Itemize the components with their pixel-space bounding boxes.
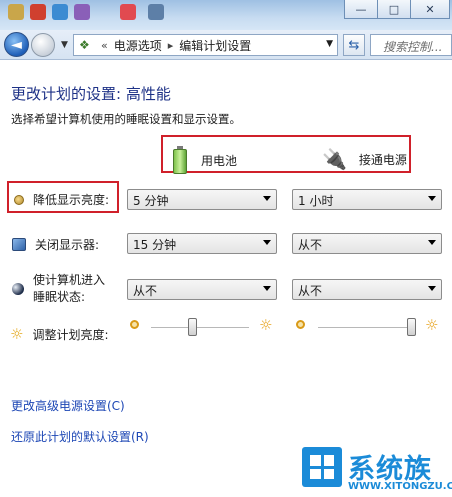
brightness-battery-slider[interactable] (151, 318, 249, 338)
restore-defaults-link[interactable]: 还原此计划的默认设置(R) (11, 428, 149, 445)
back-arrow-icon: ◄ (11, 36, 22, 53)
brightness-high-icon: ☼ (259, 316, 273, 334)
taskbar-app-icon[interactable] (30, 4, 46, 20)
slider-thumb[interactable] (188, 318, 197, 336)
slider-track (318, 327, 416, 329)
plugged-column-header: 🔌 接通电源 (322, 147, 407, 171)
brightness-low-icon (130, 320, 139, 329)
dim-display-label: 降低显示亮度: (33, 193, 110, 207)
turn-off-display-battery-select[interactable]: 15 分钟 (127, 233, 277, 254)
turn-off-display-row-label: 关闭显示器: (12, 236, 99, 253)
sleep-plugged-value: 从不 (298, 284, 323, 298)
chevron-down-icon (428, 240, 436, 245)
slider-track (151, 327, 249, 329)
sleep-battery-select[interactable]: 从不 (127, 279, 277, 300)
brightness-low-icon (296, 320, 305, 329)
control-panel-icon: ❖ (79, 38, 90, 52)
address-bar[interactable]: ❖ « 电源选项 ▸ 编辑计划设置 ▼ (73, 34, 338, 56)
title-bar: — □ ✕ (0, 0, 452, 30)
address-dropdown-icon[interactable]: ▼ (326, 39, 333, 49)
taskbar-app-icon[interactable] (148, 4, 164, 20)
taskbar-app-icon[interactable] (74, 4, 90, 20)
chevron-down-icon (263, 196, 271, 201)
brightness-plugged-slider[interactable] (318, 318, 416, 338)
back-button[interactable]: ◄ (4, 32, 29, 57)
plugged-column-label: 接通电源 (358, 152, 407, 167)
chevron-down-icon (428, 286, 436, 291)
breadcrumb-overflow[interactable]: « (101, 39, 108, 52)
forward-button[interactable] (31, 33, 55, 57)
search-input[interactable]: 搜索控制... (370, 34, 452, 56)
breadcrumb-edit-plan[interactable]: 编辑计划设置 (179, 37, 251, 54)
chevron-down-icon (263, 286, 271, 291)
brightness-high-icon: ☼ (425, 316, 439, 334)
breadcrumb-power-options[interactable]: 电源选项 (114, 37, 162, 54)
page-subtitle: 选择希望计算机使用的睡眠设置和显示设置。 (11, 112, 241, 126)
sleep-battery-value: 从不 (133, 284, 158, 298)
dim-display-plugged-value: 1 小时 (298, 194, 334, 208)
brightness-sun-icon: ☼ (10, 325, 24, 343)
dim-display-icon (14, 194, 24, 205)
slider-thumb[interactable] (407, 318, 416, 336)
taskbar-app-icon[interactable] (8, 4, 24, 20)
watermark-url: WWW.XITONGZU.COM (348, 481, 452, 492)
advanced-power-settings-link[interactable]: 更改高级电源设置(C) (11, 397, 125, 414)
chevron-down-icon (263, 240, 271, 245)
refresh-icon: ⇆ (348, 37, 360, 53)
brightness-row-label: ☼ 调整计划亮度: (10, 325, 109, 343)
turn-off-display-label: 关闭显示器: (35, 238, 100, 252)
chevron-down-icon (428, 196, 436, 201)
dim-display-battery-select[interactable]: 5 分钟 (127, 189, 277, 210)
sleep-row-label: 使计算机进入 睡眠状态: (12, 272, 105, 306)
navigation-bar: ◄ ▼ ❖ « 电源选项 ▸ 编辑计划设置 ▼ ⇆ 搜索控制... (0, 30, 452, 60)
dim-display-row-label: 降低显示亮度: (14, 191, 109, 208)
recent-pages-dropdown-icon[interactable]: ▼ (61, 40, 68, 50)
monitor-icon (12, 238, 26, 251)
windows-logo-icon (302, 447, 342, 487)
turn-off-display-plugged-select[interactable]: 从不 (292, 233, 442, 254)
page-title: 更改计划的设置: 高性能 (11, 85, 171, 103)
dim-display-battery-value: 5 分钟 (133, 194, 169, 208)
maximize-button[interactable]: □ (377, 0, 411, 19)
battery-column-label: 用电池 (201, 153, 238, 168)
close-button[interactable]: ✕ (410, 0, 450, 19)
battery-column-header: 用电池 (173, 146, 237, 174)
battery-icon (173, 146, 187, 174)
turn-off-display-plugged-value: 从不 (298, 238, 323, 252)
site-watermark: 系统族 WWW.XITONGZU.COM (292, 441, 452, 497)
sleep-plugged-select[interactable]: 从不 (292, 279, 442, 300)
sleep-label-line1: 使计算机进入 (33, 273, 106, 287)
sleep-label-line2: 睡眠状态: (33, 290, 86, 304)
refresh-button[interactable]: ⇆ (343, 34, 365, 56)
taskbar-app-icon[interactable] (52, 4, 68, 20)
turn-off-display-battery-value: 15 分钟 (133, 238, 177, 252)
taskbar-app-icon[interactable] (120, 4, 136, 20)
power-plug-icon: 🔌 (322, 147, 347, 171)
dim-display-plugged-select[interactable]: 1 小时 (292, 189, 442, 210)
breadcrumb-separator-icon[interactable]: ▸ (168, 39, 174, 52)
minimize-button[interactable]: — (344, 0, 378, 19)
brightness-label: 调整计划亮度: (32, 327, 109, 342)
sleep-moon-icon (12, 283, 24, 295)
